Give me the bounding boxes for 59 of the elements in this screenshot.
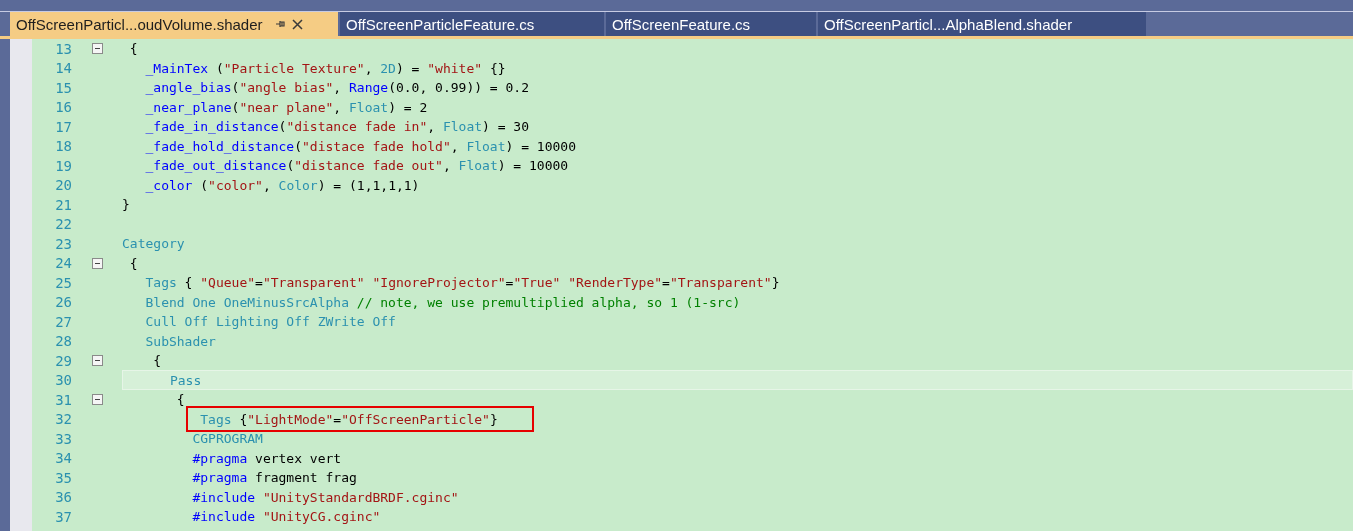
line-number: 19 bbox=[54, 157, 72, 174]
code-line: { bbox=[128, 41, 138, 57]
close-icon[interactable] bbox=[291, 18, 303, 30]
code-line: _near_plane("near plane", Float) = 2 bbox=[144, 99, 428, 115]
code-line: _fade_hold_distance("distace fade hold", Float) = 10000 bbox=[144, 138, 576, 154]
collapse-icon[interactable] bbox=[91, 394, 103, 406]
line-number: 25 bbox=[54, 274, 72, 291]
file-tab[interactable]: OffScreenFeature.cs bbox=[606, 12, 816, 36]
code-line: #pragma fragment frag bbox=[191, 470, 357, 486]
code-line: _angle_bias("angle bias", Range(0.0, 0.99)) = 0.2 bbox=[144, 80, 529, 96]
line-number: 13 bbox=[54, 40, 72, 57]
line-number: 20 bbox=[54, 177, 72, 194]
collapse-icon[interactable] bbox=[91, 257, 103, 269]
code-line: Category bbox=[122, 236, 185, 252]
file-tab[interactable]: OffScreenParticleFeature.cs bbox=[340, 12, 604, 36]
code-line: } bbox=[122, 197, 130, 213]
file-tab[interactable]: OffScreenParticl...AlphaBlend.shader bbox=[818, 12, 1146, 36]
line-number: 23 bbox=[54, 235, 72, 252]
code-line: Blend One OneMinusSrcAlpha // note, we use premultiplied alpha, so 1 (1-src) bbox=[144, 294, 741, 310]
line-number: 14 bbox=[54, 60, 72, 77]
code-line: _color ("color", Color) = (1,1,1,1) bbox=[144, 177, 420, 193]
line-number: 16 bbox=[54, 99, 72, 116]
file-tab[interactable]: OffScreenParticl...oudVolume.shader bbox=[10, 12, 338, 36]
line-number: 30 bbox=[54, 372, 72, 389]
code-line: Tags { "Queue"="Transparent" "IgnoreProjector"="True" "RenderType"="Transparent"} bbox=[144, 275, 780, 291]
code-line: Cull Off Lighting Off ZWrite Off bbox=[144, 314, 396, 330]
line-number: 24 bbox=[54, 255, 72, 272]
code-line: SubShader bbox=[144, 333, 216, 349]
line-number: 34 bbox=[54, 450, 72, 467]
line-number: 36 bbox=[54, 489, 72, 506]
line-number: 28 bbox=[54, 333, 72, 350]
code-line: _fade_out_distance("distance fade out", Float) = 10000 bbox=[144, 158, 569, 174]
code-line: #pragma vertex vert bbox=[191, 450, 342, 466]
code-line: #include "UnityCG.cginc" bbox=[191, 509, 381, 525]
line-number: 22 bbox=[54, 216, 72, 233]
line-number: 15 bbox=[54, 79, 72, 96]
code-line: { bbox=[175, 392, 185, 408]
code-line: { bbox=[128, 255, 138, 271]
collapse-icon[interactable] bbox=[91, 43, 103, 55]
line-number: 31 bbox=[54, 391, 72, 408]
code-line: _fade_in_distance("distance fade in", Float) = 30 bbox=[144, 119, 530, 135]
line-number: 37 bbox=[54, 508, 72, 525]
line-number: 21 bbox=[54, 196, 72, 213]
code-line: #include "UnityStandardBRDF.cginc" bbox=[191, 489, 459, 505]
line-number: 32 bbox=[54, 411, 72, 428]
code-line: _MainTex ("Particle Texture", 2D) = "white" {} bbox=[144, 60, 506, 76]
code-line: Pass bbox=[168, 372, 202, 388]
line-number: 17 bbox=[54, 118, 72, 135]
pin-icon[interactable] bbox=[274, 19, 286, 29]
line-number: 29 bbox=[54, 352, 72, 369]
collapse-icon[interactable] bbox=[91, 355, 103, 367]
line-number: 26 bbox=[54, 294, 72, 311]
line-number: 33 bbox=[54, 430, 72, 447]
code-line: Tags {"LightMode"="OffScreenParticle"} bbox=[199, 411, 498, 427]
code-line: CGPROGRAM bbox=[191, 431, 263, 447]
line-number: 27 bbox=[54, 313, 72, 330]
code-line: { bbox=[152, 353, 162, 369]
line-number: 35 bbox=[54, 469, 72, 486]
line-number: 18 bbox=[54, 138, 72, 155]
